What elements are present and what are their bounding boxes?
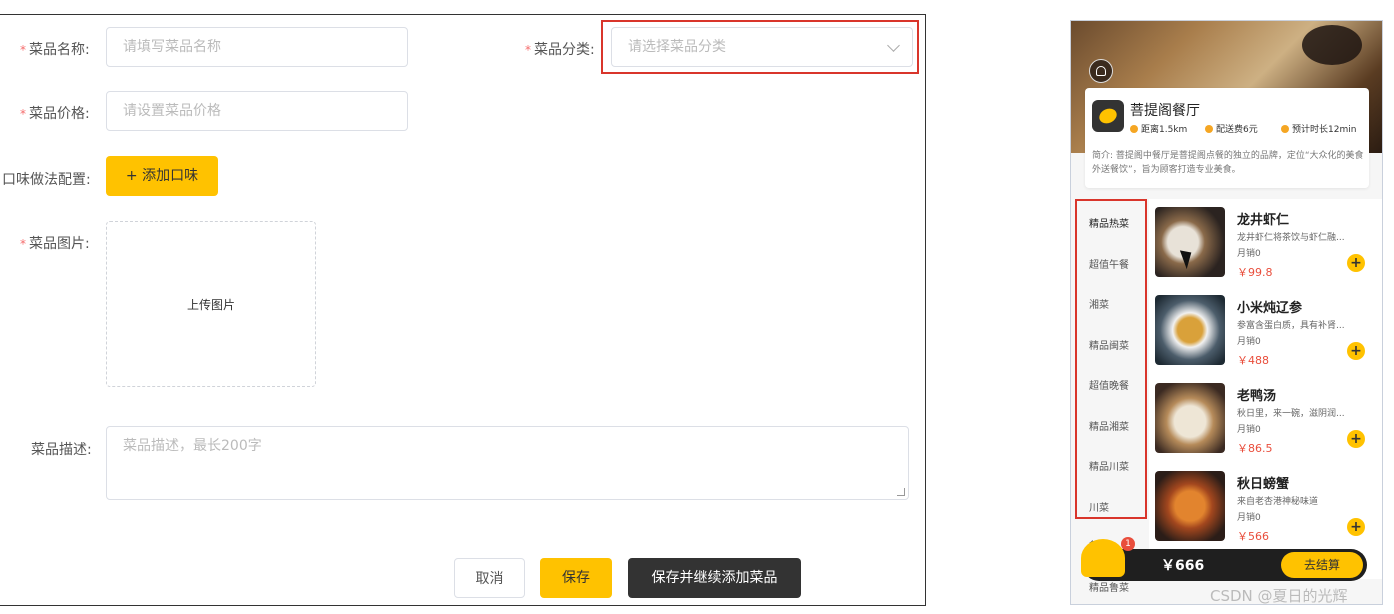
category-item[interactable]: 超值午餐 xyxy=(1089,256,1129,271)
dish-desc: 龙井虾仁将茶饮与虾仁融... xyxy=(1237,233,1345,243)
add-dish-button[interactable]: + xyxy=(1347,254,1365,272)
dish-image xyxy=(1155,295,1225,365)
dish-image-label: * 菜品图片: xyxy=(20,236,90,252)
dish-item[interactable]: 龙井虾仁 龙井虾仁将茶饮与虾仁融... 月销0 ￥99.8 + xyxy=(1149,199,1382,287)
dish-price: ￥488 xyxy=(1237,354,1269,367)
dish-item[interactable]: 小米炖辽参 参富含蛋白质，具有补肾... 月销0 ￥488 + xyxy=(1149,287,1382,375)
dish-name: 龙井虾仁 xyxy=(1237,213,1290,228)
banner-bowl-decoration xyxy=(1302,25,1362,65)
dish-image xyxy=(1155,471,1225,541)
shop-info-card: 菩提阁餐厅 距离1.5km 配送费6元 预计时长12min 简介: 菩提阁中餐厅… xyxy=(1085,88,1369,188)
dish-price: ￥566 xyxy=(1237,530,1269,543)
dish-sales: 月销0 xyxy=(1237,425,1261,435)
dish-form-panel: * 菜品名称: 请填写菜品名称 * 菜品分类: 请选择菜品分类 * 菜品价格: 请设置… xyxy=(0,14,926,606)
watermark: CSDN @夏日的光辉 xyxy=(1210,587,1348,605)
dish-category-label: * 菜品分类: xyxy=(525,42,595,58)
cart-count-badge: 1 xyxy=(1121,537,1135,551)
upload-label: 上传图片 xyxy=(186,297,235,312)
leaf-icon xyxy=(1096,105,1120,127)
add-flavor-button[interactable]: + 添加口味 xyxy=(106,156,218,196)
eta-info: 预计时长12min xyxy=(1281,122,1356,135)
cancel-button[interactable]: 取消 xyxy=(454,558,525,598)
mobile-preview: 菩提阁餐厅 距离1.5km 配送费6元 预计时长12min 简介: 菩提阁中餐厅… xyxy=(1070,20,1383,605)
category-item[interactable]: 超值晚餐 xyxy=(1089,377,1129,392)
shop-name: 菩提阁餐厅 xyxy=(1130,103,1200,119)
dish-desc-textarea[interactable]: 菜品描述，最长200字 xyxy=(106,426,909,500)
dish-item[interactable]: 秋日螃蟹 来自老杏港神秘味道 月销0 ￥566 + xyxy=(1149,463,1382,551)
category-item[interactable]: 精品闽菜 xyxy=(1089,337,1129,352)
dish-price: ￥86.5 xyxy=(1237,442,1273,455)
category-list: 精品热菜 超值午餐 湘菜 精品闽菜 超值晚餐 精品湘菜 精品川菜 川菜 xyxy=(1075,199,1147,519)
distance-info: 距离1.5km xyxy=(1130,122,1187,135)
desc-placeholder: 菜品描述，最长200字 xyxy=(123,438,262,454)
dish-name-label: * 菜品名称: xyxy=(20,42,90,58)
checkout-button[interactable]: 去结算 xyxy=(1281,552,1363,578)
cart-bar: 1 ￥666 去结算 xyxy=(1081,537,1367,581)
flavor-config-label: 口味做法配置: xyxy=(2,172,91,188)
clock-icon xyxy=(1281,124,1289,133)
save-button[interactable]: 保存 xyxy=(540,558,612,598)
dish-item[interactable]: 老鸭汤 秋日里，来一碗，滋阴润... 月销0 ￥86.5 + xyxy=(1149,375,1382,463)
cart-total: ￥666 xyxy=(1161,558,1205,574)
dish-name: 老鸭汤 xyxy=(1237,389,1277,404)
dish-sales: 月销0 xyxy=(1237,513,1261,523)
dish-desc: 秋日里，来一碗，滋阴润... xyxy=(1237,409,1345,419)
category-item[interactable]: 精品热菜 xyxy=(1089,215,1129,230)
dish-sales: 月销0 xyxy=(1237,249,1261,259)
dish-sales: 月销0 xyxy=(1237,337,1261,347)
dish-name-input[interactable]: 请填写菜品名称 xyxy=(106,27,408,67)
dish-desc: 参富含蛋白质，具有补肾... xyxy=(1237,321,1345,331)
cart-bag-icon[interactable] xyxy=(1081,539,1125,577)
add-dish-button[interactable]: + xyxy=(1347,430,1365,448)
category-item[interactable]: 湘菜 xyxy=(1089,296,1109,311)
user-icon-glyph xyxy=(1096,66,1106,76)
delivery-fee-info: 配送费6元 xyxy=(1205,122,1258,135)
shop-logo xyxy=(1092,100,1124,132)
dish-image xyxy=(1155,383,1225,453)
image-upload-area[interactable]: 上传图片 xyxy=(106,221,316,387)
add-dish-button[interactable]: + xyxy=(1347,342,1365,360)
fee-icon xyxy=(1205,124,1213,133)
save-and-continue-button[interactable]: 保存并继续添加菜品 xyxy=(628,558,801,598)
category-item[interactable]: 精品湘菜 xyxy=(1089,418,1129,433)
location-icon xyxy=(1130,124,1138,133)
category-item[interactable]: 精品鲁菜 xyxy=(1089,579,1129,594)
dish-price-label: * 菜品价格: xyxy=(20,106,90,122)
category-item[interactable]: 川菜 xyxy=(1089,499,1109,514)
dish-price: ￥99.8 xyxy=(1237,266,1273,279)
dish-price-input[interactable]: 请设置菜品价格 xyxy=(106,91,408,131)
shop-intro: 简介: 菩提阁中餐厅是菩提阁点餐的独立的品牌，定位“大众化的美食外送餐饮”，旨为… xyxy=(1092,151,1364,175)
dish-desc-label: 菜品描述: xyxy=(31,442,92,458)
category-item[interactable]: 精品川菜 xyxy=(1089,458,1129,473)
dish-desc: 来自老杏港神秘味道 xyxy=(1237,497,1319,507)
highlight-box-category xyxy=(601,20,919,74)
user-icon[interactable] xyxy=(1089,59,1113,83)
resize-handle-icon[interactable] xyxy=(897,488,905,496)
add-dish-button[interactable]: + xyxy=(1347,518,1365,536)
dish-name: 小米炖辽参 xyxy=(1237,301,1303,316)
dish-name: 秋日螃蟹 xyxy=(1237,477,1290,492)
